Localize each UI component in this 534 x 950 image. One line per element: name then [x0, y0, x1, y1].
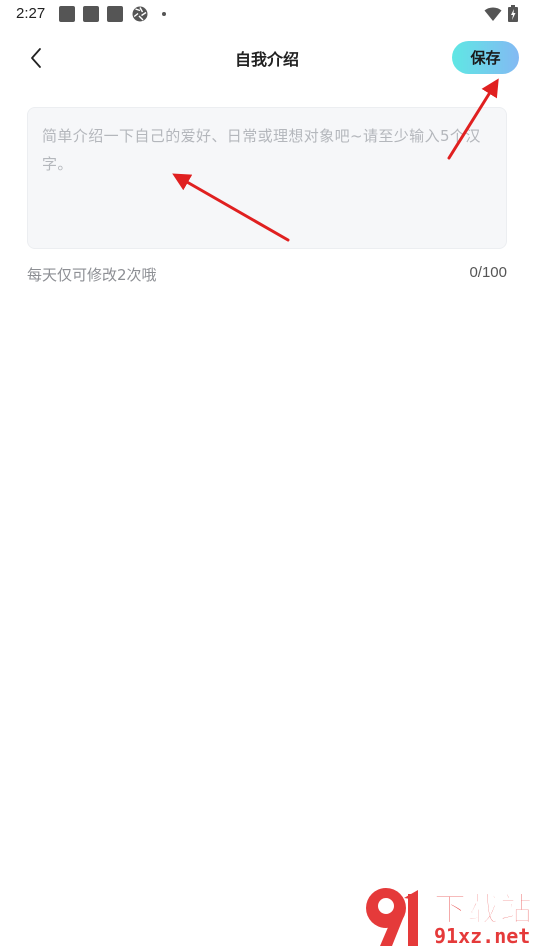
- battery-icon: [508, 5, 518, 22]
- intro-textarea[interactable]: [42, 122, 490, 234]
- char-counter: 0/100: [469, 264, 507, 281]
- notification-square-icon: [83, 6, 99, 22]
- notification-square-icon: [107, 6, 123, 22]
- dot-icon: [162, 12, 166, 16]
- save-button[interactable]: 保存: [452, 41, 519, 74]
- edit-limit-note: 每天仅可修改2次哦: [27, 266, 157, 284]
- wifi-icon: [484, 7, 502, 21]
- watermark-domain: 91xz.net: [434, 924, 531, 948]
- status-time: 2:27: [16, 5, 46, 22]
- intro-input-container[interactable]: [27, 107, 507, 249]
- watermark-logo-icon: [366, 888, 418, 946]
- aperture-icon: [132, 6, 148, 22]
- status-bar: 2:27: [0, 0, 534, 28]
- notification-square-icon: [59, 6, 75, 22]
- watermark: 下载站 91xz.net: [362, 880, 534, 950]
